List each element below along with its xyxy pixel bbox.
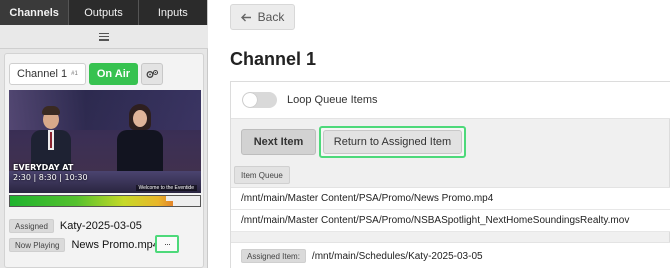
- back-label: Back: [257, 10, 285, 24]
- assigned-tag: Assigned: [9, 219, 54, 233]
- arrow-left-icon: [240, 13, 251, 21]
- channel-detail-panel: Back Channel 1 Loop Queue Items Next Ite…: [216, 0, 670, 268]
- now-playing-value: News Promo.mp4: [71, 239, 159, 251]
- loop-queue-label: Loop Queue Items: [287, 94, 378, 106]
- channel-preview-video[interactable]: EVERYDAY AT 2:30 | 8:30 | 10:30 Welcome …: [9, 90, 201, 193]
- next-item-button[interactable]: Next Item: [241, 129, 316, 155]
- video-overlay-title: EVERYDAY AT: [13, 163, 74, 172]
- video-overlay-times: 2:30 | 8:30 | 10:30: [13, 173, 88, 182]
- on-air-badge[interactable]: On Air: [88, 63, 139, 85]
- assigned-row: Assigned Katy-2025-03-05: [9, 219, 142, 233]
- presenter-figure-right: [117, 102, 163, 182]
- back-button[interactable]: Back: [230, 4, 295, 30]
- assigned-item-row: Assigned Item: /mnt/main/Schedules/Katy-…: [231, 242, 670, 268]
- menu-bar: [0, 25, 208, 49]
- now-playing-row: Now Playing News Promo.mp4: [9, 238, 159, 252]
- assigned-item-value: /mnt/main/Schedules/Katy-2025-03-05: [311, 250, 483, 262]
- now-playing-tag: Now Playing: [9, 238, 66, 252]
- queue-item[interactable]: /mnt/main/Master Content/PSA/Promo/NSBAS…: [231, 210, 670, 232]
- channel-header: Channel 1 #1 On Air: [9, 63, 164, 85]
- item-queue-list: /mnt/main/Master Content/PSA/Promo/News …: [231, 187, 670, 232]
- return-to-assigned-button[interactable]: Return to Assigned Item: [323, 130, 462, 154]
- channel-label[interactable]: Channel 1 #1: [9, 63, 86, 85]
- sidebar-tabs: Channels Outputs Inputs: [0, 0, 207, 25]
- channel-card[interactable]: Channel 1 #1 On Air EVERYDAY AT 2:30 | 8…: [4, 53, 204, 268]
- loop-queue-toggle[interactable]: [242, 92, 277, 108]
- loop-queue-row: Loop Queue Items: [231, 82, 670, 119]
- channel-queue-section: Loop Queue Items Next Item Return to Ass…: [230, 81, 670, 268]
- queue-actions: Next Item Return to Assigned Item: [241, 126, 466, 158]
- assigned-value: Katy-2025-03-05: [59, 220, 142, 232]
- channel-number: #1: [71, 71, 78, 77]
- assigned-item-tag: Assigned Item:: [241, 249, 306, 263]
- more-options-button[interactable]: ···: [155, 235, 179, 253]
- return-to-assigned-highlight: Return to Assigned Item: [319, 126, 466, 158]
- tab-outputs[interactable]: Outputs: [69, 0, 139, 25]
- item-queue-label: Item Queue: [234, 166, 290, 184]
- tab-inputs[interactable]: Inputs: [139, 0, 207, 25]
- gear-icon: [146, 69, 158, 78]
- queue-item[interactable]: /mnt/main/Master Content/PSA/Promo/News …: [231, 188, 670, 210]
- hamburger-menu-icon[interactable]: [99, 32, 109, 41]
- video-overlay-welcome: Welcome to the Eventide: [135, 185, 197, 191]
- tab-channels[interactable]: Channels: [0, 0, 70, 25]
- audio-meter-right: [10, 201, 200, 206]
- channels-sidebar: Channels Outputs Inputs Channel 1 #1 On …: [0, 0, 208, 268]
- channel-settings-button[interactable]: [141, 63, 164, 85]
- channel-name: Channel 1: [17, 68, 68, 80]
- page-title: Channel 1: [230, 49, 317, 69]
- audio-level-meter: [9, 195, 201, 207]
